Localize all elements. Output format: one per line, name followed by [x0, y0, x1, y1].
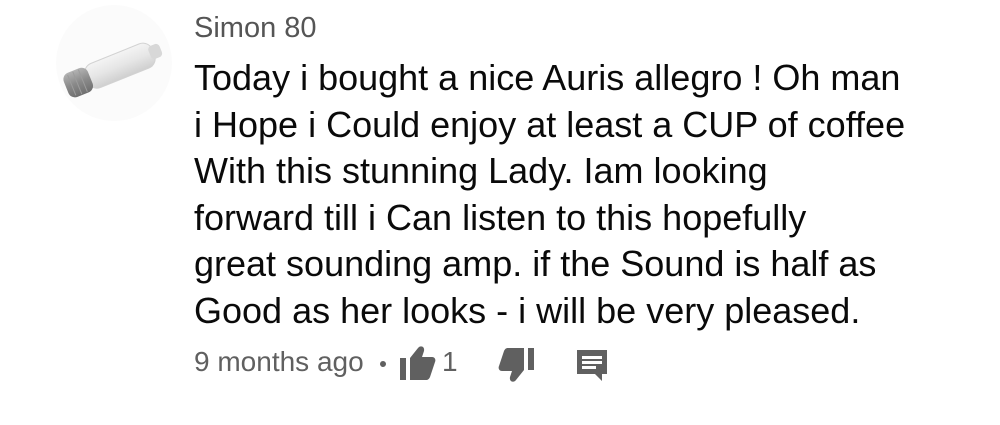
reply-button[interactable]	[574, 347, 610, 383]
amplifier-tube-avatar-icon	[63, 42, 163, 98]
comment-timestamp[interactable]: 9 months ago	[194, 345, 364, 379]
comment-body-line: With this stunning Lady. Iam looking	[194, 150, 768, 191]
like-count: 1	[442, 346, 458, 377]
comment-body-line: i Hope i Could enjoy at least a CUP of c…	[194, 103, 906, 145]
dislike-button[interactable]	[496, 345, 536, 385]
comment-body-line: Today i bought a nice Auris allegro ! Oh…	[194, 57, 901, 98]
separator-dot	[380, 361, 386, 367]
comment-actions: 9 months ago 1	[194, 343, 794, 383]
comment-body-line: Good as her looks - i will be very pleas…	[194, 289, 861, 331]
thumbs-down-icon	[498, 348, 534, 382]
comment-body-line: great sounding amp. if the Sound is half…	[194, 243, 877, 284]
comment-body-line: forward till i Can listen to this hopefu…	[194, 196, 807, 238]
comment-author[interactable]: Simon 80	[194, 11, 317, 45]
like-button[interactable]	[398, 343, 438, 383]
thumbs-up-icon	[400, 346, 436, 380]
author-avatar[interactable]	[56, 5, 172, 121]
reply-comment-icon	[577, 350, 607, 381]
comment-body: Today i bought a nice Auris allegro ! Oh…	[194, 55, 984, 334]
